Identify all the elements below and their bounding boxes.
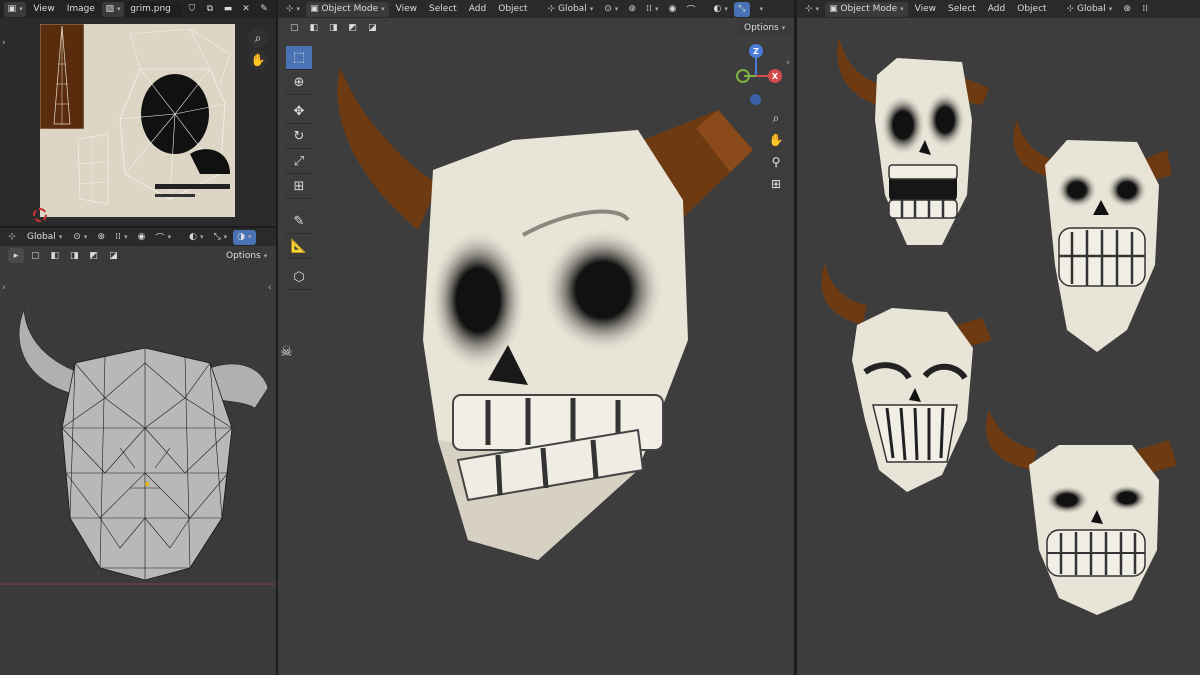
duplicate-icon[interactable]: ⧉ bbox=[202, 2, 218, 17]
editor-type-button[interactable]: ▣ ▾ bbox=[4, 1, 27, 17]
skull-variant-4 bbox=[985, 410, 1177, 615]
image-icon: ▨ bbox=[105, 4, 115, 14]
skull-variant-2 bbox=[1013, 120, 1172, 352]
main-viewport-area: ⊹ ▾ ▣ Object Mode ▾ View Select Add Object… bbox=[278, 0, 794, 675]
wireframe-viewport-area: ⊹ Global ▾ ⊙ ▾ ⊛ ⁞⁞ ▾ ◉ ⌒ ▾ ◐ ▾ ⤡ ▾ ◑ ▾ ▸ ▢ ◧ ◨… bbox=[0, 228, 276, 675]
uv-layout-overlay bbox=[40, 24, 231, 205]
wireframe-skull-mesh bbox=[0, 272, 276, 675]
browse-image-button[interactable]: ▨ ▾ bbox=[101, 1, 125, 17]
zoom-icon[interactable]: ⌕ bbox=[248, 28, 268, 48]
close-icon[interactable]: ✕ bbox=[238, 2, 254, 17]
hand-icon[interactable]: ✋ bbox=[248, 50, 268, 70]
variants-viewport-area: ⊹ ▾ ▣ Object Mode ▾ View Select Add Object… bbox=[797, 0, 1200, 675]
2d-cursor-icon[interactable] bbox=[33, 208, 47, 222]
image-editor-icon: ▣ bbox=[7, 4, 17, 14]
expand-left-icon[interactable]: › bbox=[2, 38, 6, 48]
texture-image bbox=[40, 24, 235, 217]
pin-icon[interactable]: ✎ bbox=[256, 2, 272, 17]
menu-view[interactable]: View bbox=[28, 2, 59, 17]
skull-variant-3 bbox=[821, 262, 992, 492]
image-editor-area: ▣ ▾ View Image ▨ ▾ grim.png ⛉ ⧉ ▬ ✕ ✎ ⌕ ✋ … bbox=[0, 0, 276, 226]
image-editor-header: ▣ ▾ View Image ▨ ▾ grim.png ⛉ ⧉ ▬ ✕ ✎ bbox=[0, 0, 276, 18]
shield-icon[interactable]: ⛉ bbox=[184, 2, 200, 17]
skull-variants-render bbox=[821, 38, 1177, 615]
menu-image[interactable]: Image bbox=[62, 2, 100, 17]
main-skull-render bbox=[337, 68, 753, 560]
skull-variant-1 bbox=[837, 38, 989, 245]
image-name-field[interactable]: grim.png bbox=[126, 1, 182, 17]
folder-icon[interactable]: ▬ bbox=[220, 2, 236, 17]
object-origin bbox=[145, 482, 149, 486]
